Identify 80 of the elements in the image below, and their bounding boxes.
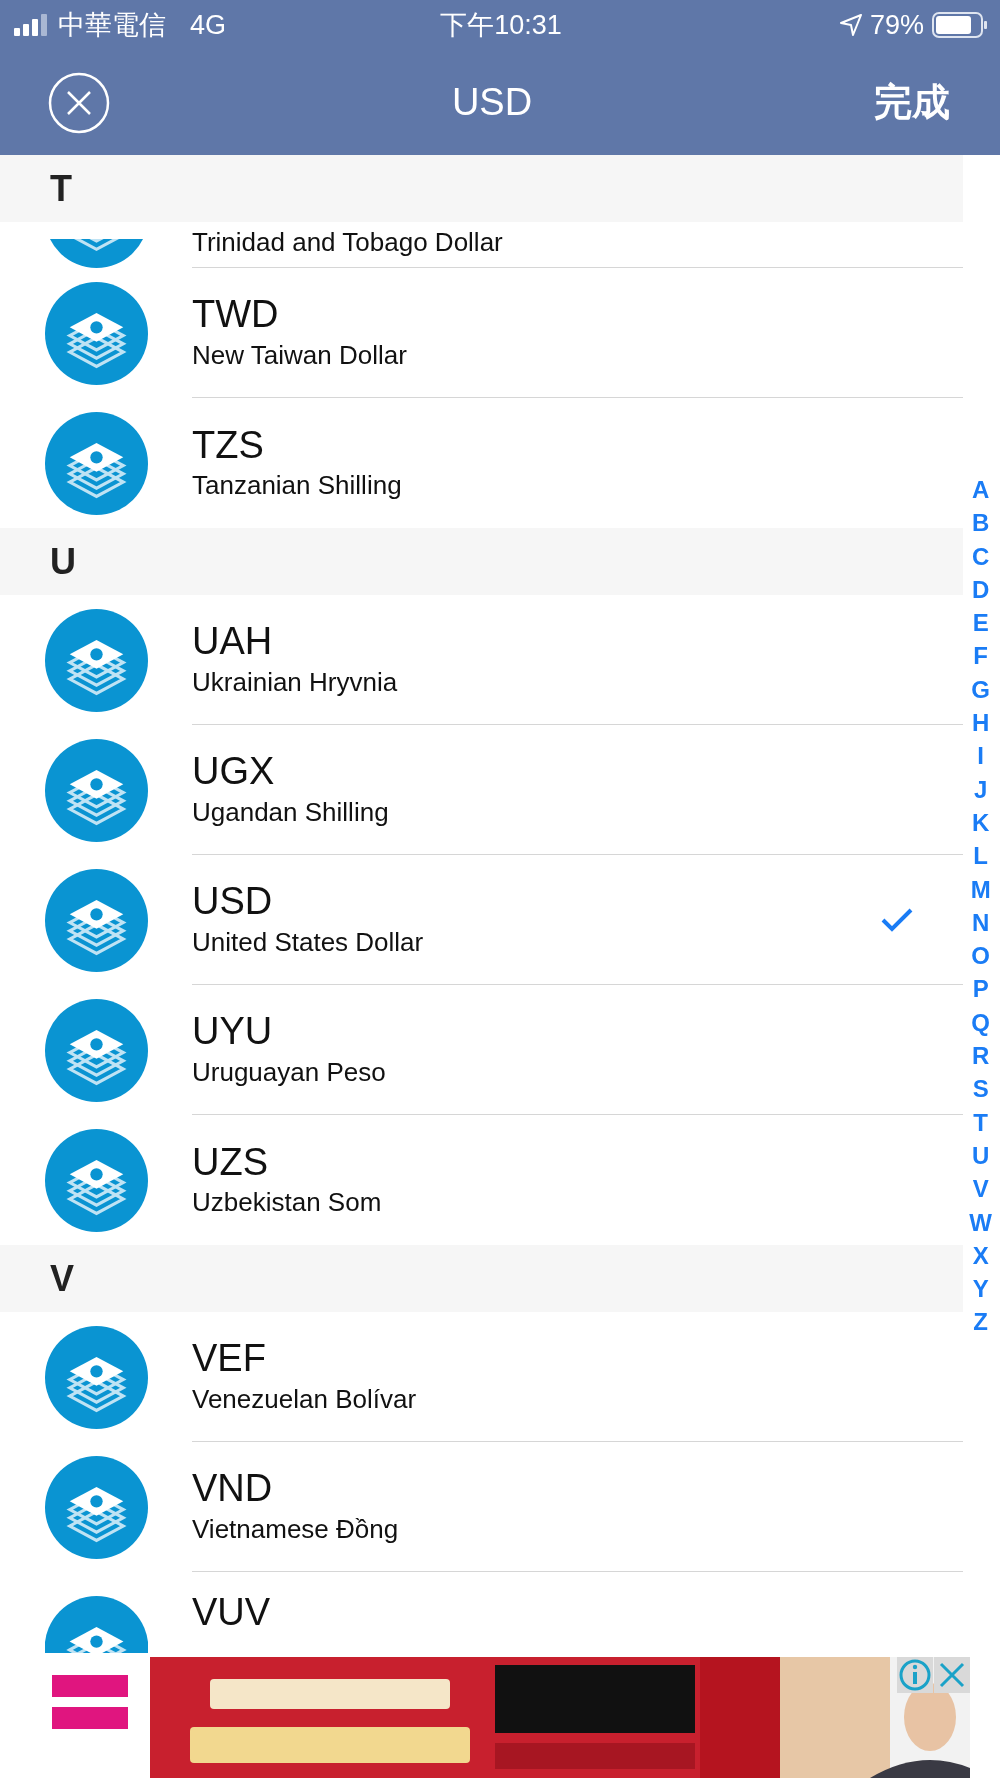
index-letter[interactable]: U bbox=[972, 1138, 990, 1173]
currency-row[interactable]: UZS Uzbekistan Som bbox=[0, 1115, 963, 1245]
battery-icon bbox=[932, 12, 988, 38]
index-letter[interactable]: E bbox=[972, 606, 989, 640]
currency-row[interactable]: VEF Venezuelan Bolívar bbox=[0, 1312, 963, 1442]
currency-row[interactable]: TWD New Taiwan Dollar bbox=[0, 268, 963, 398]
currency-name: Uzbekistan Som bbox=[192, 1187, 382, 1219]
currency-row[interactable]: Trinidad and Tobago Dollar bbox=[0, 222, 963, 268]
battery-percent: 79% bbox=[869, 9, 924, 41]
index-letter[interactable]: M bbox=[970, 872, 991, 906]
currency-name: Venezuelan Bolívar bbox=[192, 1383, 417, 1415]
currency-code: TWD bbox=[192, 294, 280, 336]
index-letter[interactable]: F bbox=[973, 639, 988, 673]
index-letter[interactable]: O bbox=[971, 939, 990, 973]
index-letter[interactable]: W bbox=[969, 1205, 992, 1239]
index-letter[interactable]: C bbox=[972, 539, 990, 573]
currency-code: UAH bbox=[192, 621, 274, 663]
currency-row[interactable]: UYU Uruguayan Peso bbox=[0, 985, 963, 1115]
index-letter[interactable]: T bbox=[973, 1105, 988, 1139]
currency-name: Trinidad and Tobago Dollar bbox=[192, 227, 503, 258]
section-letter: T bbox=[50, 167, 72, 210]
location-icon bbox=[839, 14, 862, 36]
money-icon bbox=[44, 1325, 148, 1429]
currency-code: TZS bbox=[192, 424, 265, 467]
index-letter[interactable]: N bbox=[972, 905, 990, 940]
currency-row[interactable]: VND Vietnamese Đồng bbox=[0, 1442, 963, 1572]
currency-code: VEF bbox=[192, 1338, 267, 1380]
index-letter[interactable]: P bbox=[972, 972, 989, 1006]
currency-row[interactable]: USD United States Dollar bbox=[0, 855, 963, 985]
done-button[interactable]: 完成 bbox=[874, 77, 950, 128]
currency-code: UZS bbox=[192, 1141, 269, 1184]
index-letter[interactable]: Z bbox=[973, 1305, 988, 1339]
currency-code: UYU bbox=[192, 1011, 274, 1053]
money-icon bbox=[44, 738, 148, 842]
currency-name: New Taiwan Dollar bbox=[192, 339, 407, 371]
money-icon bbox=[44, 608, 148, 712]
nav-title: USD bbox=[451, 81, 533, 124]
index-letter[interactable]: Q bbox=[971, 1005, 990, 1040]
info-icon[interactable] bbox=[897, 1657, 933, 1693]
currency-row[interactable]: UAH Ukrainian Hryvnia bbox=[0, 595, 963, 725]
section-letter: V bbox=[50, 1257, 74, 1300]
money-icon bbox=[44, 281, 148, 385]
close-icon[interactable] bbox=[48, 71, 110, 134]
currency-row[interactable]: TZS Tanzanian Shilling bbox=[0, 398, 963, 528]
index-letter[interactable]: L bbox=[973, 839, 988, 873]
currency-code: UGX bbox=[192, 751, 276, 793]
money-icon bbox=[44, 1455, 148, 1559]
currency-name: Uruguayan Peso bbox=[192, 1056, 386, 1088]
currency-row[interactable]: UGX Ugandan Shilling bbox=[0, 725, 963, 855]
index-letter[interactable]: Y bbox=[972, 1272, 989, 1306]
index-letter[interactable]: S bbox=[972, 1072, 989, 1106]
money-icon bbox=[44, 868, 148, 972]
currency-code: USD bbox=[192, 881, 274, 923]
index-letter[interactable]: B bbox=[972, 506, 990, 540]
money-icon bbox=[44, 998, 148, 1102]
currency-name: Ugandan Shilling bbox=[192, 796, 389, 828]
currency-code: VUV bbox=[192, 1592, 271, 1634]
currency-name: Vietnamese Đồng bbox=[192, 1513, 399, 1545]
index-letter[interactable]: K bbox=[972, 805, 990, 840]
network-type: 4G bbox=[190, 9, 227, 41]
signal-icon bbox=[14, 14, 50, 36]
index-letter[interactable]: V bbox=[972, 1172, 989, 1206]
index-letter[interactable]: H bbox=[972, 706, 990, 740]
status-time: 下午10:31 bbox=[440, 9, 562, 42]
currency-name: United States Dollar bbox=[192, 926, 424, 958]
money-icon bbox=[44, 1128, 148, 1232]
index-letter[interactable]: I bbox=[977, 739, 984, 773]
currency-name: Ukrainian Hryvnia bbox=[192, 666, 398, 698]
index-letter[interactable]: X bbox=[972, 1238, 989, 1273]
index-letter[interactable]: J bbox=[974, 772, 988, 806]
index-letter[interactable]: R bbox=[972, 1039, 990, 1073]
currency-name: Tanzanian Shilling bbox=[192, 470, 402, 502]
index-letter[interactable]: D bbox=[972, 572, 990, 607]
close-icon[interactable] bbox=[934, 1657, 970, 1693]
index-letter[interactable]: A bbox=[972, 473, 990, 507]
currency-code: VND bbox=[192, 1468, 274, 1510]
index-letter[interactable]: G bbox=[971, 672, 990, 707]
carrier-name: 中華電信 bbox=[58, 9, 166, 42]
money-icon bbox=[44, 411, 148, 515]
section-letter: U bbox=[50, 540, 76, 583]
